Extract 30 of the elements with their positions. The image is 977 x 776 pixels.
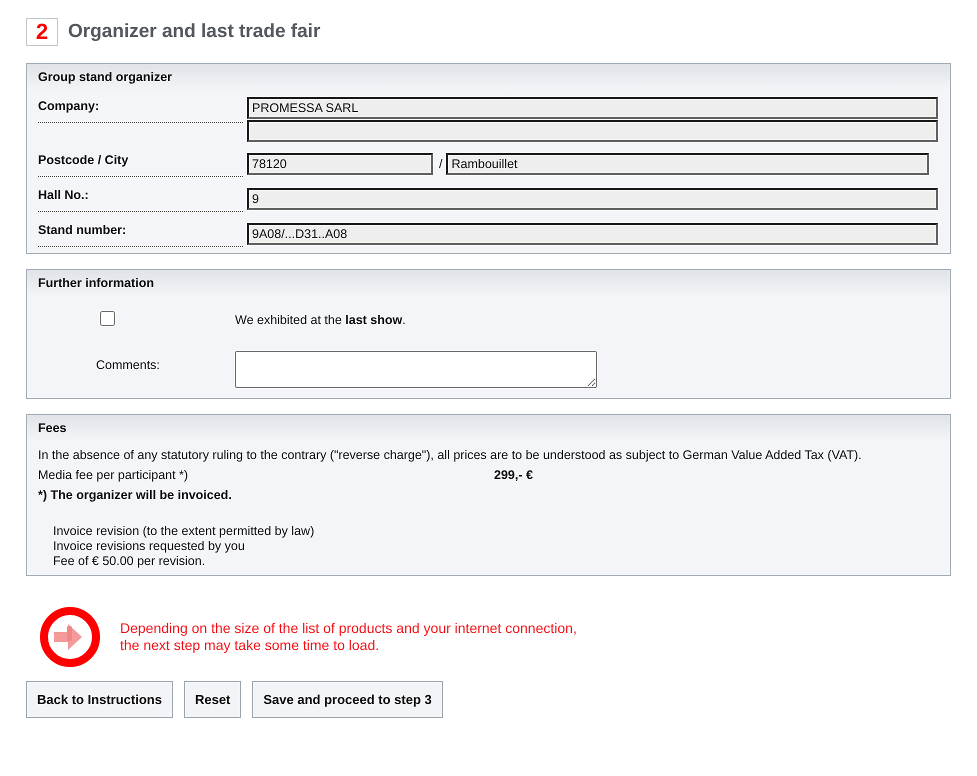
revision-text: Fee of € 50.00 per revision. (53, 554, 206, 569)
field-label: Postcode / City (38, 153, 243, 177)
field-label: Company: (38, 99, 243, 123)
input-field[interactable]: 9A08/...D31..A08 (247, 223, 938, 245)
fee-amount: 299,- € (494, 468, 533, 482)
checkbox[interactable] (100, 311, 115, 326)
arrow-warning-icon (39, 606, 101, 668)
notice-text: the next step may take some time to load. (120, 637, 380, 654)
comments-field[interactable] (235, 351, 597, 388)
step-number: 2 (26, 18, 58, 46)
fee-label: Media fee per participant *) (38, 468, 190, 482)
invoice-note: *) The organizer will be invoiced. (38, 488, 233, 502)
action-button[interactable]: Save and proceed to step 3 (252, 681, 443, 718)
action-button[interactable]: Reset (184, 681, 242, 718)
revision-text: Invoice revisions requested by you (53, 539, 246, 554)
input-field[interactable] (247, 120, 938, 142)
field-label: Stand number: (38, 223, 243, 247)
input-field[interactable]: Rambouillet (446, 153, 930, 175)
page-title: Organizer and last trade fair (68, 21, 320, 43)
action-button[interactable]: Back to Instructions (26, 681, 173, 718)
separator-text: / (439, 157, 442, 171)
field-label: Comments: (96, 358, 160, 372)
input-field[interactable]: PROMESSA SARL (247, 97, 938, 119)
input-field[interactable]: 78120 (247, 153, 433, 175)
checkbox-label: We exhibited at the last show. (235, 313, 406, 327)
vat-note: In the absence of any statutory ruling to the contrary ("reverse charge"), all prices are to be understood as subject to German Value Added Tax (VAT). (38, 448, 863, 462)
revision-text: Invoice revision (to the extent permitted by law) (53, 524, 316, 539)
notice-text: Depending on the size of the list of products and your internet connection, (120, 620, 577, 637)
input-field[interactable]: 9 (247, 188, 938, 210)
field-label: Hall No.: (38, 188, 243, 212)
